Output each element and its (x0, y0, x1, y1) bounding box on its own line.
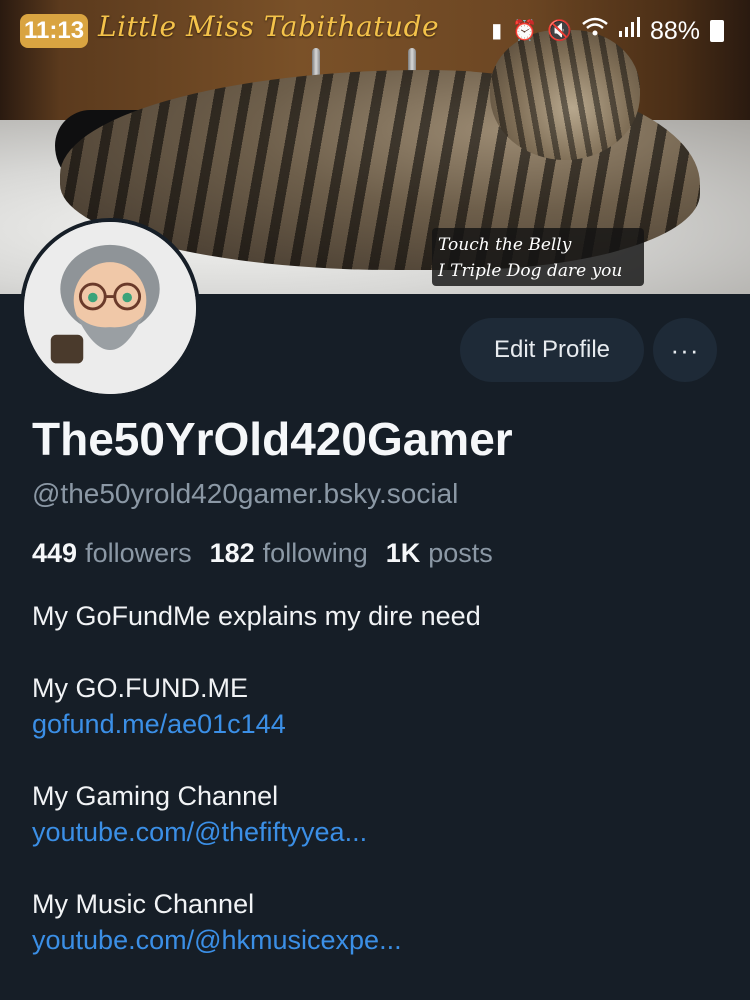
wifi-icon (582, 14, 608, 48)
banner-caption-line: I Triple Dog dare you (438, 261, 623, 281)
ellipsis-icon: ··· (670, 334, 700, 365)
posts-count: 1K (385, 538, 421, 568)
followers-count[interactable]: 449 (32, 538, 77, 569)
banner-caption: Touch the Belly I Triple Dog dare you (432, 228, 644, 286)
bio-text: My GoFundMe explains my dire need (32, 601, 481, 631)
alarm-icon: ⏰ (512, 20, 538, 42)
battery-percent: 88% (649, 16, 700, 45)
banner-caption-line: Touch the Belly (438, 235, 572, 255)
gaming-channel-link[interactable]: youtube.com/@thefiftyyea... (32, 814, 722, 850)
followers-label[interactable]: followers (85, 538, 192, 569)
status-bar: 11:13 ▮ ⏰ 🔇 88% (0, 0, 750, 60)
profile-stats: 449 followers 182 following 1K posts (32, 538, 511, 569)
bio-gaming-heading: My Gaming Channel (32, 781, 279, 811)
edit-profile-button[interactable]: Edit Profile (460, 318, 644, 382)
status-icons: ▮ ⏰ 🔇 88% (491, 14, 724, 48)
avatar-illustration (24, 222, 196, 394)
signal-icon (618, 14, 640, 48)
following-count[interactable]: 182 (210, 538, 255, 569)
profile-bio: My GoFundMe explains my dire need My GO.… (32, 598, 722, 958)
mute-icon: 🔇 (547, 20, 572, 42)
display-name: The50YrOld420Gamer (32, 413, 513, 465)
profile-handle: @the50yrold420gamer.bsky.social (32, 478, 459, 509)
avatar[interactable] (20, 218, 200, 398)
following-label[interactable]: following (263, 538, 368, 569)
bio-music-heading: My Music Channel (32, 889, 255, 919)
status-time: 11:13 (20, 14, 89, 48)
battery-icon (710, 20, 724, 42)
gofundme-link[interactable]: gofund.me/ae01c144 (32, 706, 722, 742)
more-options-button[interactable]: ··· (653, 318, 717, 382)
posts-label: posts (428, 538, 493, 568)
bio-gofundme-heading: My GO.FUND.ME (32, 673, 248, 703)
music-channel-link[interactable]: youtube.com/@hkmusicexpe... (32, 922, 722, 958)
battery-saver-icon: ▮ (491, 20, 503, 42)
